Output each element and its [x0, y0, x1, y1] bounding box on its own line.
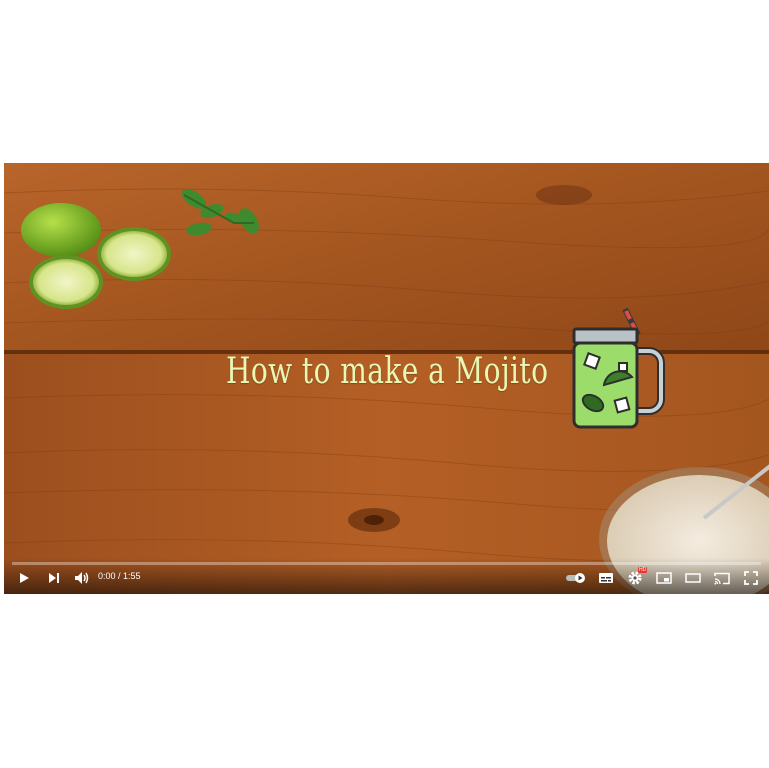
time-separator: /: [115, 571, 124, 581]
video-player[interactable]: How to make a Mojito 0:00 / 1:55 HD: [4, 163, 769, 594]
progress-bar[interactable]: [12, 562, 761, 565]
subtitles-icon: [599, 573, 613, 583]
video-title-overlay: How to make a Mojito: [226, 351, 549, 392]
theater-icon: [685, 573, 701, 583]
next-button[interactable]: [42, 566, 66, 590]
play-icon: [20, 573, 29, 583]
next-icon: [49, 573, 59, 583]
cast-button[interactable]: [710, 566, 734, 590]
autoplay-toggle[interactable]: [564, 566, 588, 590]
player-controls: 0:00 / 1:55 HD: [4, 558, 769, 594]
time-display: 0:00 / 1:55: [98, 571, 141, 581]
hd-badge: HD: [638, 567, 648, 573]
cast-icon: [714, 572, 730, 585]
volume-button[interactable]: [70, 566, 94, 590]
time-current: 0:00: [98, 571, 116, 581]
settings-button[interactable]: HD: [623, 566, 648, 590]
lime-half-left: [29, 255, 103, 309]
lime-whole: [21, 203, 101, 257]
volume-icon: [75, 572, 89, 584]
subtitles-button[interactable]: [594, 566, 618, 590]
time-total: 1:55: [123, 571, 141, 581]
play-button[interactable]: [12, 566, 36, 590]
miniplayer-icon: [656, 572, 672, 584]
autoplay-toggle-icon: [566, 573, 585, 583]
fullscreen-icon: [744, 571, 758, 585]
fullscreen-button[interactable]: [739, 566, 763, 590]
miniplayer-button[interactable]: [652, 566, 676, 590]
lime-half-right: [97, 227, 171, 281]
theater-mode-button[interactable]: [681, 566, 705, 590]
